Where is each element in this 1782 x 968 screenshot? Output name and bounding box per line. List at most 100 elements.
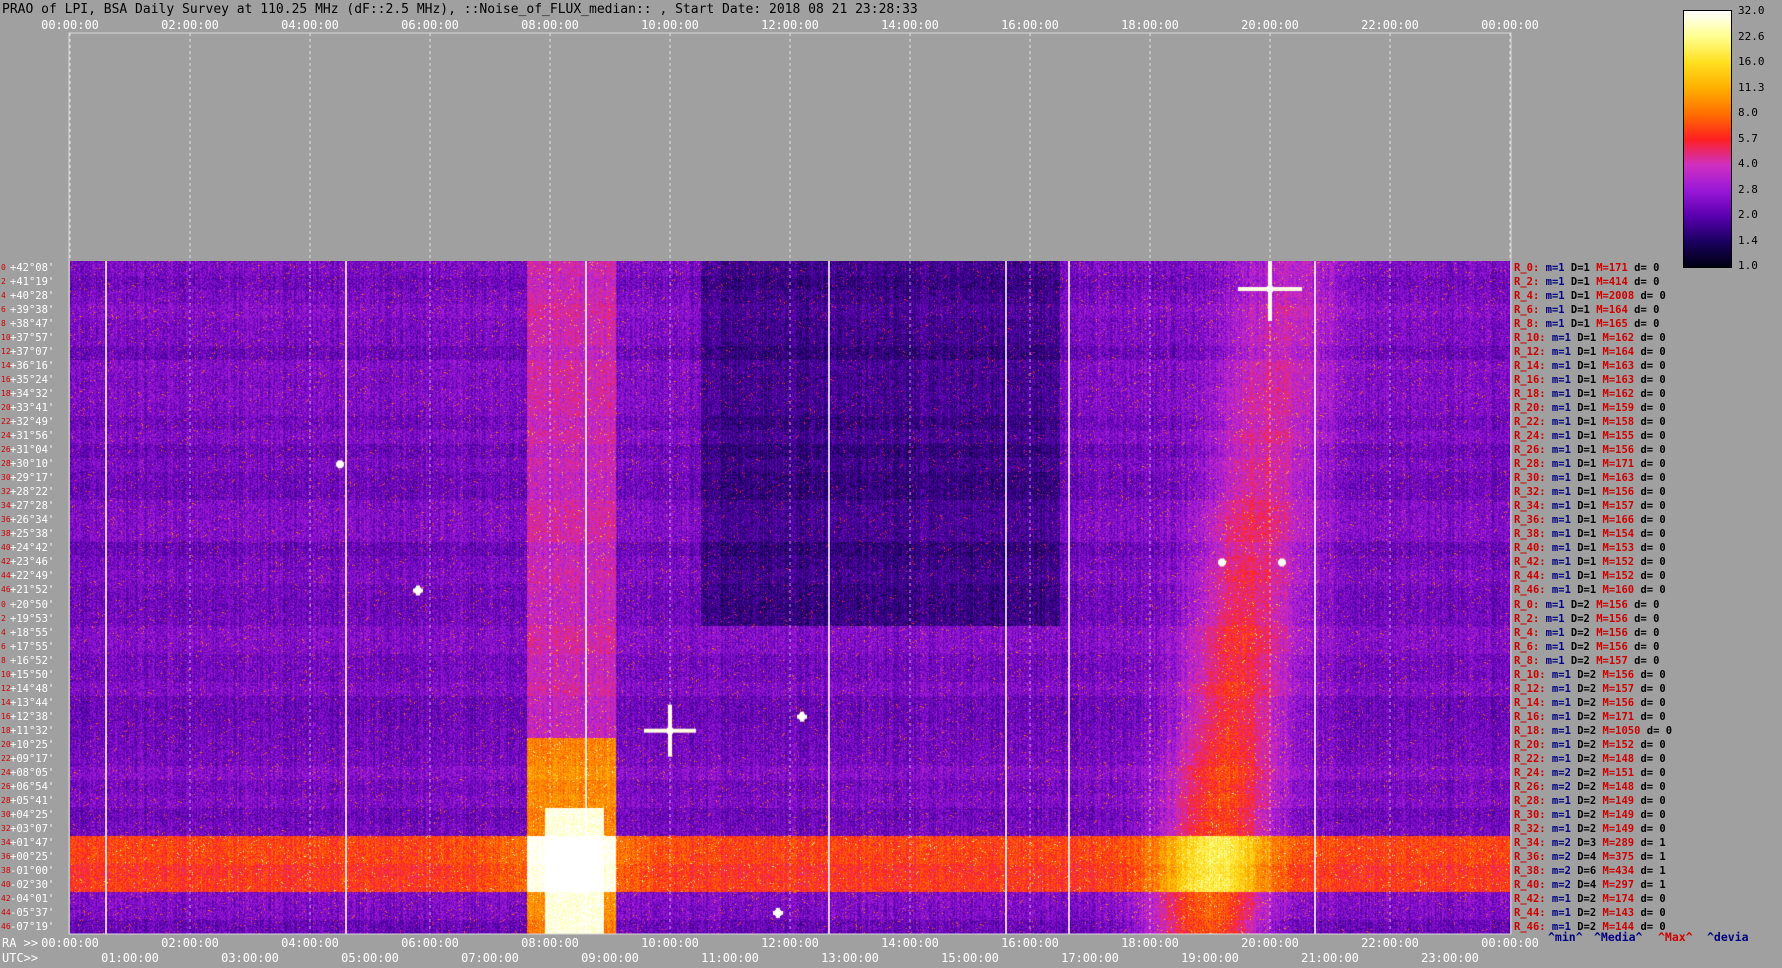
row-stat: R_8: m=1 D=1 M=165 d= 0 (1514, 318, 1659, 330)
stat-field: R_2: (1514, 612, 1540, 625)
stat-field: M=156 (1589, 626, 1628, 639)
stat-field: R_40: (1514, 542, 1546, 555)
ra-tick-label: 18:00:00 (1121, 936, 1179, 950)
stat-field: d= 0 (1627, 640, 1660, 653)
stat-field: D=1 (1564, 262, 1590, 274)
row-index: 4 (1, 627, 6, 637)
row-stat: R_0: m=1 D=1 M=171 d= 0 (1514, 262, 1659, 274)
stat-field: m=1 (1545, 430, 1571, 443)
stat-field: m=1 (1545, 570, 1571, 583)
stat-field: d= 0 (1634, 696, 1666, 709)
declination-label: +16°52' (10, 654, 55, 667)
stat-field: R_10: (1514, 332, 1546, 345)
declination-label: +26°34' (10, 514, 55, 527)
declination-label: +18°55' (10, 626, 55, 639)
stat-field: D=1 (1570, 402, 1597, 415)
stat-field: d= 0 (1634, 458, 1666, 471)
stat-field: D=4 (1570, 878, 1597, 891)
colorbar-tick: 2.8 (1738, 182, 1758, 196)
stat-field: M=157 (1589, 654, 1628, 667)
declination-label: +15°50' (10, 668, 55, 681)
utc-tick-label: 07:00:00 (461, 951, 519, 965)
stat-field: R_38: (1514, 864, 1546, 877)
row-index: 8 (1, 655, 6, 665)
ra-tick-label: 06:00:00 (401, 936, 459, 950)
stat-field: R_10: (1514, 668, 1546, 681)
stat-field: M=148 (1596, 752, 1635, 765)
stat-field: d= 0 (1634, 486, 1666, 499)
declination-label: +23°46' (10, 556, 55, 569)
declination-label: -05°37' (10, 906, 55, 919)
stat-field: D=1 (1564, 276, 1590, 289)
stat-field: d= 0 (1627, 654, 1660, 667)
stat-field: d= 0 (1634, 822, 1666, 835)
stat-field: m=2 (1545, 780, 1571, 793)
legend-min: ^min^ (1548, 930, 1583, 944)
stat-field: M=171 (1596, 710, 1635, 723)
stat-field: m=1 (1545, 332, 1571, 345)
stat-field: M=163 (1596, 360, 1635, 373)
stat-field: D=2 (1570, 892, 1597, 905)
utc-tick-label: 03:00:00 (221, 951, 279, 965)
stat-field: M=174 (1596, 892, 1635, 905)
row-stat: R_14: m=1 D=2 M=156 d= 0 (1514, 697, 1666, 709)
stat-field: M=289 (1596, 836, 1635, 849)
row-stat: R_10: m=1 D=2 M=156 d= 0 (1514, 669, 1666, 681)
stat-field: d= 0 (1634, 738, 1666, 751)
declination-label: +03°07' (10, 822, 55, 835)
stat-field: R_4: (1514, 290, 1540, 303)
stat-field: D=1 (1564, 290, 1590, 303)
stat-field: M=156 (1596, 668, 1635, 681)
stat-field: D=1 (1564, 304, 1590, 317)
declination-label: +35°24' (10, 374, 55, 387)
declination-label: -01°00' (10, 864, 55, 877)
colorbar-tick: 22.6 (1738, 29, 1765, 43)
declination-label: -04°01' (10, 892, 55, 905)
stat-field: d= 1 (1634, 864, 1666, 877)
stat-field: R_6: (1514, 640, 1540, 653)
stat-field: d= 0 (1634, 374, 1666, 387)
stat-field: D=1 (1570, 542, 1597, 555)
row-stat: R_26: m=2 D=2 M=148 d= 0 (1514, 781, 1666, 793)
stat-field: M=149 (1596, 794, 1635, 807)
stat-field: d= 0 (1634, 290, 1666, 303)
stat-field: D=2 (1570, 822, 1597, 835)
row-stat: R_14: m=1 D=1 M=163 d= 0 (1514, 360, 1666, 372)
stat-field: d= 0 (1634, 682, 1666, 695)
stat-field: d= 0 (1634, 514, 1666, 527)
row-stat: R_40: m=2 D=4 M=297 d= 1 (1514, 879, 1666, 891)
stat-field: M=171 (1596, 458, 1635, 471)
stat-field: D=1 (1570, 514, 1597, 527)
stat-field: R_28: (1514, 458, 1546, 471)
stat-field: d= 1 (1634, 850, 1666, 863)
stat-field: m=1 (1539, 598, 1565, 611)
row-stat: R_34: m=1 D=1 M=157 d= 0 (1514, 500, 1666, 512)
stat-field: m=1 (1545, 696, 1571, 709)
stat-field: D=2 (1564, 640, 1590, 653)
stat-field: m=1 (1545, 794, 1571, 807)
declination-label: +32°49' (10, 416, 55, 429)
stat-field: R_24: (1514, 766, 1546, 779)
stat-field: M=156 (1596, 696, 1635, 709)
stat-field: D=2 (1564, 626, 1590, 639)
stat-field: D=1 (1570, 556, 1597, 569)
stat-field: D=1 (1570, 444, 1597, 457)
stat-field: M=1050 (1596, 724, 1641, 737)
stat-field: d= 0 (1634, 766, 1666, 779)
stat-field: M=152 (1596, 738, 1635, 751)
colorbar-tick: 4.0 (1738, 157, 1758, 170)
row-stat: R_16: m=1 D=1 M=163 d= 0 (1514, 374, 1666, 386)
stat-field: R_12: (1514, 346, 1546, 359)
stat-field: D=2 (1570, 766, 1597, 779)
declination-label: +04°25' (10, 808, 55, 821)
stat-field: R_36: (1514, 850, 1546, 863)
stat-field: d= 0 (1634, 444, 1666, 457)
row-index: 6 (1, 305, 6, 315)
stat-field: M=148 (1596, 780, 1635, 793)
stat-field: M=163 (1596, 472, 1635, 485)
stat-field: D=2 (1570, 668, 1597, 681)
stat-field: m=1 (1545, 822, 1571, 835)
stat-field: d= 0 (1634, 710, 1666, 723)
stat-field: d= 0 (1640, 724, 1673, 737)
stat-field: R_44: (1514, 570, 1546, 583)
